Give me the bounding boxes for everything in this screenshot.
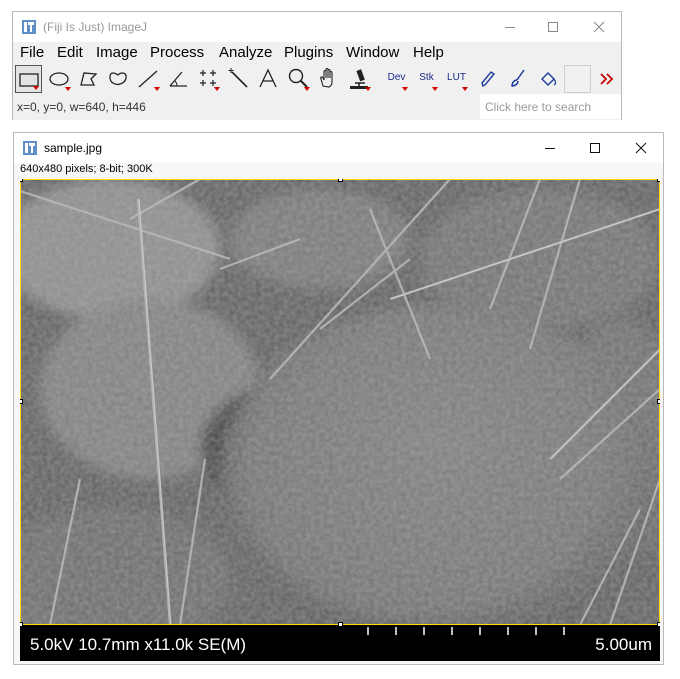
options-indicator-icon [65, 87, 71, 91]
sem-data-bar: 5.0kV 10.7mm x11.0k SE(M) 5.00um [20, 625, 660, 661]
angle-tool[interactable] [165, 65, 192, 93]
hand-icon [320, 67, 333, 88]
point-tool[interactable] [195, 65, 222, 93]
options-indicator-icon [304, 87, 310, 91]
more-tools-button[interactable] [593, 65, 620, 93]
dev-label: Dev [387, 72, 406, 83]
menu-analyze[interactable]: Analyze [219, 44, 272, 61]
maximize-icon [590, 143, 600, 153]
paint-bucket-icon [541, 72, 557, 86]
roi-handle-top[interactable] [338, 179, 343, 182]
lut-label: LUT [447, 72, 466, 83]
roi-handle-bottom[interactable] [338, 622, 343, 627]
menu-bar: File Edit Image Process Analyze Plugins … [13, 42, 621, 64]
imagej-main-window: (Fiji Is Just) ImageJ File Edit Image Pr… [12, 11, 622, 120]
text-tool[interactable] [255, 65, 282, 93]
flood-fill-tool[interactable] [534, 65, 561, 93]
options-indicator-icon [214, 87, 220, 91]
angle-icon [169, 71, 187, 87]
roi-handle-bottom-left[interactable] [20, 622, 23, 627]
roi-handle-top-left[interactable] [20, 179, 23, 182]
options-indicator-icon [432, 87, 438, 91]
minimize-icon [505, 27, 515, 28]
freehand-icon [109, 72, 127, 85]
maximize-icon [548, 22, 558, 32]
image-info: 640x480 pixels; 8-bit; 300K [20, 163, 153, 175]
minimize-button[interactable] [487, 12, 533, 42]
close-icon [593, 21, 605, 33]
empty-tool-slot[interactable] [564, 65, 591, 93]
hand-tool[interactable] [315, 65, 342, 93]
minimize-icon [545, 148, 555, 149]
image-canvas[interactable]: 5.0kV 10.7mm x11.0k SE(M) 5.00um [20, 179, 660, 661]
fiji-app-icon [22, 20, 36, 34]
dev-menu-tool[interactable]: Dev [383, 65, 410, 93]
roi-handle-bottom-right[interactable] [657, 622, 660, 627]
text-icon [259, 68, 277, 88]
close-button[interactable] [618, 133, 664, 163]
close-icon [635, 142, 647, 154]
wand-icon [228, 68, 248, 88]
polygon-icon [80, 72, 98, 86]
wand-tool[interactable] [225, 65, 252, 93]
options-indicator-icon [154, 87, 160, 91]
close-button[interactable] [576, 12, 622, 42]
options-indicator-icon [365, 87, 371, 91]
tool-bar: Dev Stk LUT [13, 64, 621, 94]
menu-help[interactable]: Help [413, 44, 444, 61]
image-title-bar[interactable]: sample.jpg [14, 133, 663, 163]
scale-bar [367, 627, 565, 635]
brush-tool[interactable] [504, 65, 531, 93]
menu-process[interactable]: Process [150, 44, 204, 61]
stk-label: Stk [419, 72, 434, 83]
double-chevron-right-icon [600, 73, 614, 85]
options-indicator-icon [402, 87, 408, 91]
options-indicator-icon [462, 87, 468, 91]
lut-menu-tool[interactable]: LUT [443, 65, 470, 93]
menu-edit[interactable]: Edit [57, 44, 83, 61]
minimize-button[interactable] [527, 133, 573, 163]
polygon-tool[interactable] [75, 65, 102, 93]
scale-label: 5.00um [595, 635, 652, 654]
options-indicator-icon [33, 86, 39, 90]
menu-image[interactable]: Image [96, 44, 138, 61]
rectangle-tool[interactable] [15, 65, 42, 93]
roi-handle-top-right[interactable] [657, 179, 660, 182]
sem-acquisition-info: 5.0kV 10.7mm x11.0k SE(M) [30, 635, 247, 654]
status-bar: x=0, y=0, w=640, h=446 [13, 94, 621, 120]
roi-handle-right[interactable] [657, 399, 660, 404]
roi-handle-left[interactable] [20, 399, 23, 404]
zoom-tool[interactable] [285, 65, 312, 93]
freehand-tool[interactable] [105, 65, 132, 93]
image-window: sample.jpg 640x480 pixels; 8-bit; 300K 5… [13, 132, 664, 665]
main-window-title: (Fiji Is Just) ImageJ [43, 20, 148, 34]
maximize-button[interactable] [530, 12, 576, 42]
main-title-bar[interactable]: (Fiji Is Just) ImageJ [13, 12, 621, 42]
menu-file[interactable]: File [20, 44, 44, 61]
menu-window[interactable]: Window [346, 44, 399, 61]
brush-icon [511, 69, 525, 87]
stk-menu-tool[interactable]: Stk [413, 65, 440, 93]
maximize-button[interactable] [572, 133, 618, 163]
search-input[interactable] [480, 94, 621, 119]
fiji-app-icon [23, 141, 37, 155]
sem-micrograph[interactable] [20, 179, 660, 625]
menu-plugins[interactable]: Plugins [284, 44, 333, 61]
line-tool[interactable] [135, 65, 162, 93]
pencil-tool[interactable] [474, 65, 501, 93]
status-text: x=0, y=0, w=640, h=446 [17, 100, 146, 114]
pencil-icon [481, 71, 496, 87]
image-window-title: sample.jpg [44, 141, 103, 155]
oval-tool[interactable] [46, 65, 73, 93]
color-picker-tool[interactable] [346, 65, 373, 93]
